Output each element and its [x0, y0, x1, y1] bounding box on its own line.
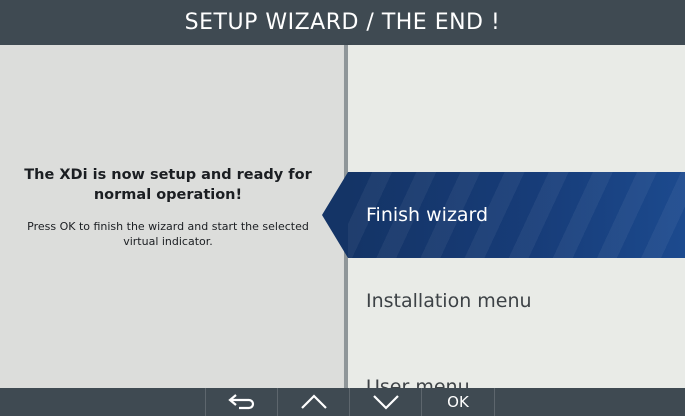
page-title: SETUP WIZARD / THE END !	[184, 10, 501, 35]
selection-pointer	[322, 172, 348, 258]
menu-item-user-menu[interactable]: User menu	[348, 344, 685, 388]
menu-item-label: Installation menu	[366, 290, 532, 312]
setup-complete-message: The XDi is now setup and ready for norma…	[24, 167, 312, 203]
ok-button[interactable]: OK	[421, 388, 495, 416]
softkey-bar: OK	[0, 388, 685, 416]
menu-item-installation-menu[interactable]: Installation menu	[348, 258, 685, 344]
title-bar: SETUP WIZARD / THE END !	[0, 0, 685, 45]
chevron-up-icon	[301, 394, 327, 409]
down-button[interactable]	[349, 388, 422, 416]
menu-item-label: Finish wizard	[366, 204, 489, 226]
finish-hint: Press OK to finish the wizard and start …	[27, 220, 309, 248]
ok-label: OK	[447, 393, 469, 411]
menu-list: Finish wizard Installation menu User men…	[348, 45, 685, 388]
chevron-down-icon	[373, 395, 399, 410]
menu-item-label: User menu	[366, 376, 470, 388]
info-panel: The XDi is now setup and ready for norma…	[0, 45, 344, 388]
back-button[interactable]	[205, 388, 278, 416]
menu-item-finish-wizard[interactable]: Finish wizard	[348, 172, 685, 258]
info-text: The XDi is now setup and ready for norma…	[8, 165, 328, 249]
back-arrow-icon	[228, 394, 255, 410]
up-button[interactable]	[277, 388, 350, 416]
